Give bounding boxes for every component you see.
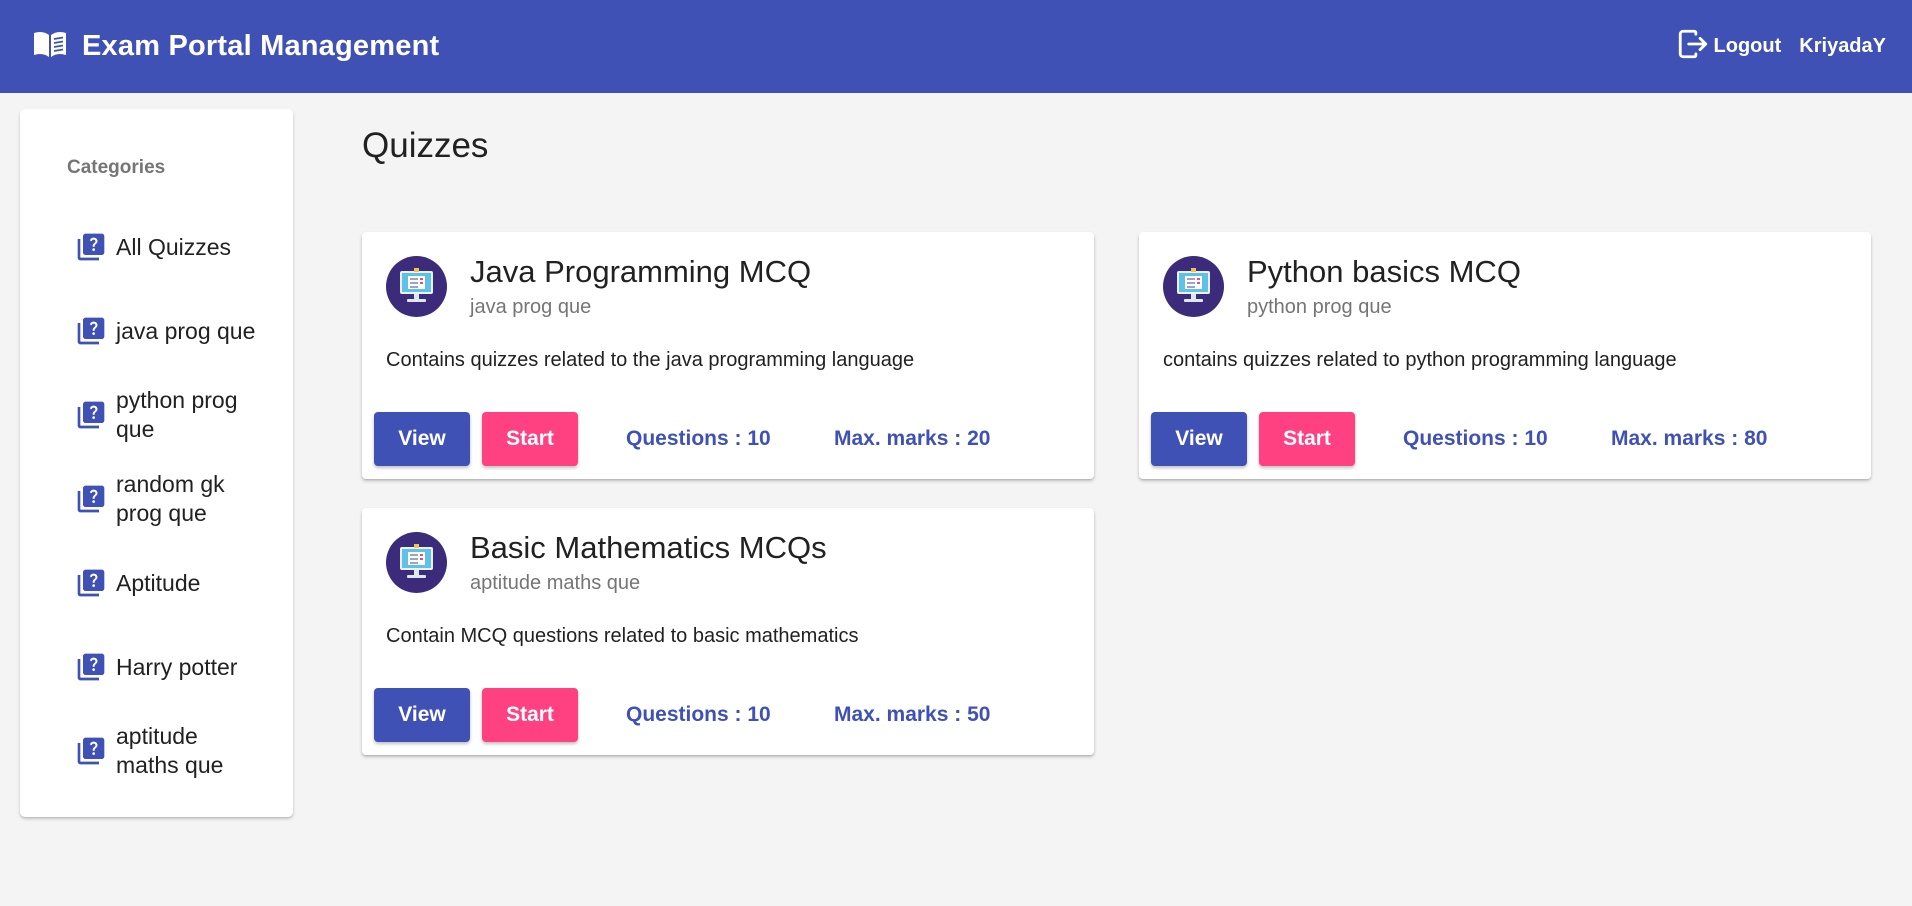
sidebar-item-label: All Quizzes xyxy=(116,233,232,260)
quiz-card: Java Programming MCQ java prog que Conta… xyxy=(362,232,1094,479)
sidebar-item-random-gk-prog-que[interactable]: random gk prog que xyxy=(75,469,275,529)
sidebar-item-harry-potter[interactable]: Harry potter xyxy=(75,637,275,697)
sidebar-item-label: python prog que xyxy=(116,387,238,442)
quiz-title: Python basics MCQ xyxy=(1247,254,1521,289)
book-open-icon xyxy=(32,29,68,64)
sidebar-item-aptitude-maths-que[interactable]: aptitude maths que xyxy=(75,721,275,781)
max-marks: Max. marks : 20 xyxy=(834,427,991,450)
sidebar-item-java-prog-que[interactable]: java prog que xyxy=(75,301,275,361)
quiz-description: Contain MCQ questions related to basic m… xyxy=(386,625,859,647)
quiz-category: python prog que xyxy=(1247,296,1392,318)
view-button[interactable]: View xyxy=(374,688,470,742)
quiz-help-icon xyxy=(75,567,107,599)
computer-quiz-icon xyxy=(386,532,447,593)
view-button[interactable]: View xyxy=(374,412,470,466)
quiz-actions: View Start Questions : 10 Max. marks : 5… xyxy=(374,688,990,742)
logout-button[interactable]: Logout xyxy=(1676,27,1782,66)
sidebar-item-label: aptitude maths que xyxy=(116,723,224,778)
page-title: Quizzes xyxy=(362,126,489,165)
brand: Exam Portal Management xyxy=(32,29,439,64)
quiz-actions: View Start Questions : 10 Max. marks : 8… xyxy=(1151,412,1767,466)
sidebar-item-python-prog-que[interactable]: python prog que xyxy=(75,385,275,445)
quiz-description: contains quizzes related to python progr… xyxy=(1163,349,1677,371)
logout-icon xyxy=(1676,27,1710,66)
sidebar-item-all-quizzes[interactable]: All Quizzes xyxy=(75,217,275,277)
logout-label: Logout xyxy=(1713,35,1782,57)
quiz-actions: View Start Questions : 10 Max. marks : 2… xyxy=(374,412,990,466)
username-link[interactable]: KriyadaY xyxy=(1799,35,1886,58)
start-button[interactable]: Start xyxy=(482,412,578,466)
max-marks: Max. marks : 80 xyxy=(1611,427,1768,450)
view-button[interactable]: View xyxy=(1151,412,1247,466)
quiz-category: aptitude maths que xyxy=(470,572,641,594)
quiz-help-icon xyxy=(75,315,107,347)
sidebar-item-label: random gk prog que xyxy=(116,471,225,526)
quiz-category: java prog que xyxy=(470,296,592,318)
computer-quiz-icon xyxy=(386,256,447,317)
quiz-help-icon xyxy=(75,735,107,767)
sidebar-item-label: Aptitude xyxy=(116,569,201,596)
quiz-help-icon xyxy=(75,231,107,263)
start-button[interactable]: Start xyxy=(1259,412,1355,466)
sidebar-item-label: java prog que xyxy=(116,317,256,344)
quiz-help-icon xyxy=(75,483,107,515)
quiz-title: Basic Mathematics MCQs xyxy=(470,530,827,565)
questions-count: Questions : 10 xyxy=(626,427,771,450)
max-marks: Max. marks : 50 xyxy=(834,703,991,726)
quiz-description: Contains quizzes related to the java pro… xyxy=(386,349,915,371)
quiz-help-icon xyxy=(75,399,107,431)
sidebar-item-aptitude[interactable]: Aptitude xyxy=(75,553,275,613)
top-app-bar: Exam Portal Management Logout KriyadaY xyxy=(0,0,1912,93)
quiz-card: Python basics MCQ python prog que contai… xyxy=(1139,232,1871,479)
quiz-help-icon xyxy=(75,651,107,683)
quiz-title: Java Programming MCQ xyxy=(470,254,812,289)
categories-sidebar: Categories All Quizzes java prog que pyt… xyxy=(20,109,293,817)
sidebar-item-label: Harry potter xyxy=(116,653,238,680)
app-title: Exam Portal Management xyxy=(82,30,440,62)
sidebar-heading: Categories xyxy=(67,157,166,178)
computer-quiz-icon xyxy=(1163,256,1224,317)
questions-count: Questions : 10 xyxy=(1403,427,1548,450)
header-actions: Logout KriyadaY xyxy=(1676,27,1886,66)
quiz-card: Basic Mathematics MCQs aptitude maths qu… xyxy=(362,508,1094,755)
questions-count: Questions : 10 xyxy=(626,703,771,726)
start-button[interactable]: Start xyxy=(482,688,578,742)
